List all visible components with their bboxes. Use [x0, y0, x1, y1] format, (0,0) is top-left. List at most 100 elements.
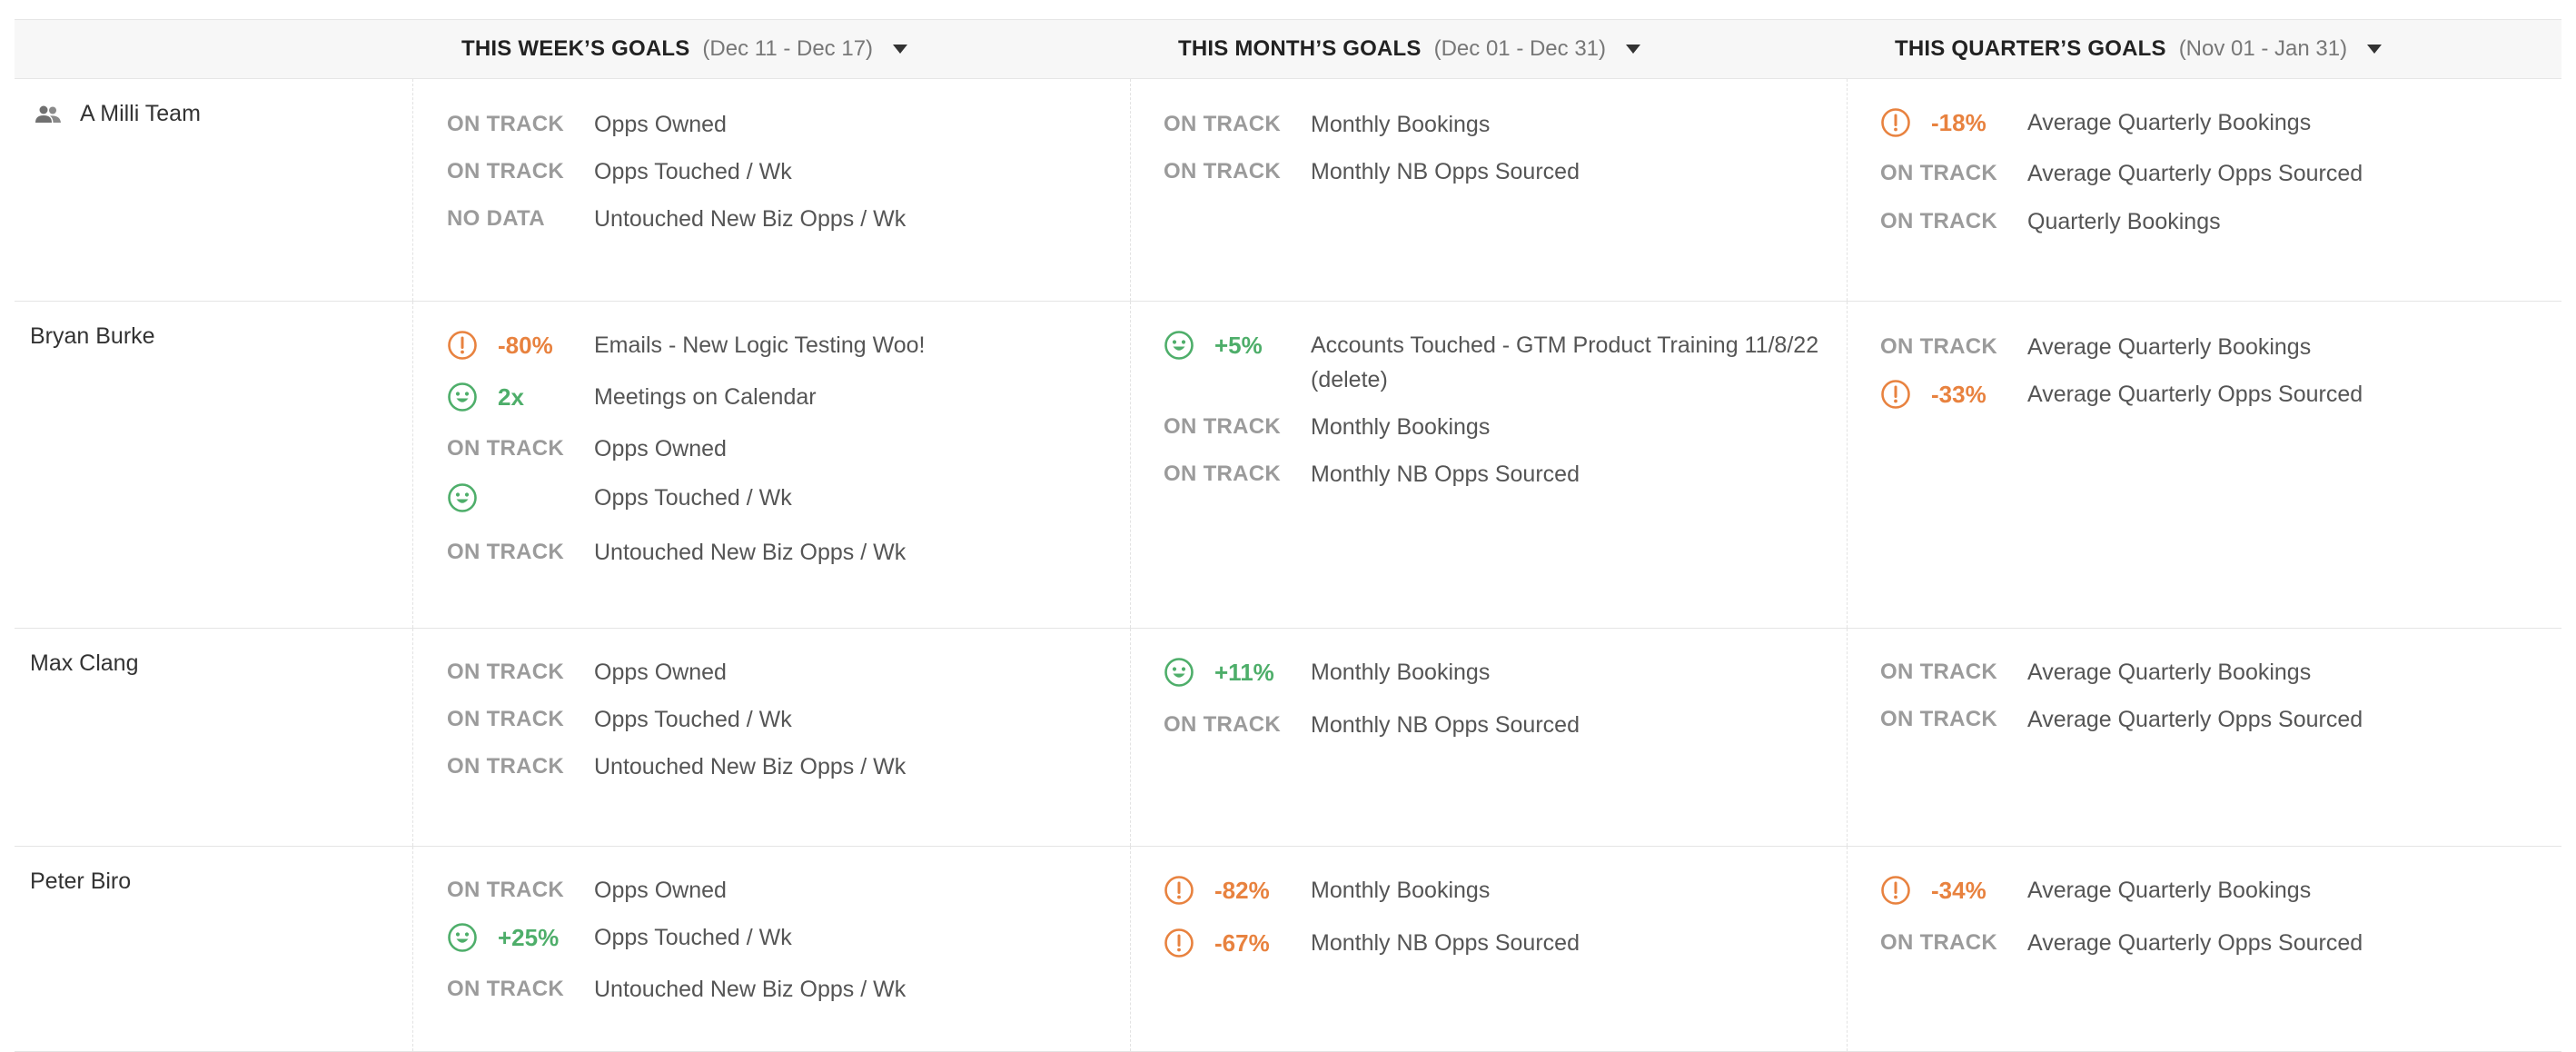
rep-name[interactable]: Bryan Burke — [30, 323, 155, 350]
goal-name[interactable]: Monthly NB Opps Sourced — [1311, 154, 1580, 189]
week-goal-item[interactable]: ON TRACK Untouched New Biz Opps / Wk — [447, 974, 906, 1007]
goal-name[interactable]: Average Quarterly Opps Sourced — [2027, 702, 2363, 737]
caret-down-icon[interactable] — [1626, 45, 1641, 54]
week-goals-header[interactable]: THIS WEEK’S GOALS (Dec 11 - Dec 17) — [461, 20, 908, 78]
goal-percent: +5% — [1214, 331, 1263, 359]
status-label: ON TRACK — [1164, 414, 1282, 439]
goal-name[interactable]: Monthly Bookings — [1311, 107, 1490, 142]
goal-name[interactable]: Opps Touched / Wk — [594, 481, 792, 515]
caret-down-icon[interactable] — [893, 45, 908, 54]
goal-status: ON TRACK — [1164, 412, 1311, 442]
goal-name[interactable]: Opps Owned — [594, 655, 727, 690]
goal-name[interactable]: Opps Owned — [594, 107, 727, 142]
status-label: ON TRACK — [447, 754, 565, 779]
goal-name[interactable]: Average Quarterly Opps Sourced — [2027, 156, 2363, 191]
goal-name[interactable]: Untouched New Biz Opps / Wk — [594, 202, 906, 236]
goal-name[interactable]: Accounts Touched - GTM Product Training … — [1311, 328, 1819, 397]
month-goals-title: THIS MONTH’S GOALS — [1178, 36, 1422, 61]
goal-status: ON TRACK — [1880, 206, 2027, 237]
goal-status: -34% — [1880, 875, 2027, 906]
goal-name[interactable]: Opps Owned — [594, 432, 727, 466]
warning-icon — [1881, 380, 1910, 409]
smiley-icon — [1164, 658, 1194, 687]
smiley-icon — [448, 382, 477, 412]
month-goal-item[interactable]: -82% Monthly Bookings — [1164, 875, 1490, 908]
month-goal-item[interactable]: ON TRACK Monthly NB Opps Sourced — [1164, 459, 1580, 491]
goal-percent: -80% — [498, 331, 553, 359]
goal-name[interactable]: Monthly Bookings — [1311, 873, 1490, 908]
week-goal-item[interactable]: ON TRACK Untouched New Biz Opps / Wk — [447, 751, 906, 784]
quarter-goal-item[interactable]: -34% Average Quarterly Bookings — [1880, 875, 2311, 908]
goal-status: +11% — [1164, 657, 1311, 688]
goal-percent: -33% — [1931, 380, 1986, 408]
quarter-goal-item[interactable]: ON TRACK Average Quarterly Opps Sourced — [1880, 704, 2363, 737]
table-row: Bryan Burke -80% Emails - New Logic Testin… — [15, 302, 2561, 629]
status-label: ON TRACK — [447, 707, 565, 731]
goal-name[interactable]: Opps Owned — [594, 873, 727, 908]
goal-name[interactable]: Untouched New Biz Opps / Wk — [594, 972, 906, 1007]
quarter-goal-item[interactable]: ON TRACK Average Quarterly Bookings — [1880, 657, 2311, 690]
goal-name[interactable]: Monthly Bookings — [1311, 410, 1490, 444]
week-goal-item[interactable]: Opps Touched / Wk — [447, 482, 792, 515]
week-goal-item[interactable]: ON TRACK Opps Touched / Wk — [447, 704, 792, 737]
quarter-goal-item[interactable]: ON TRACK Average Quarterly Opps Sourced — [1880, 928, 2363, 960]
week-goal-item[interactable]: ON TRACK Untouched New Biz Opps / Wk — [447, 537, 906, 570]
status-label: ON TRACK — [447, 112, 565, 136]
goal-status: ON TRACK — [1880, 928, 2027, 958]
month-goal-item[interactable]: ON TRACK Monthly NB Opps Sourced — [1164, 710, 1580, 742]
week-goal-item[interactable]: NO DATA Untouched New Biz Opps / Wk — [447, 203, 906, 236]
goal-name[interactable]: Untouched New Biz Opps / Wk — [594, 749, 906, 784]
caret-down-icon[interactable] — [2367, 45, 2383, 54]
goal-name[interactable]: Untouched New Biz Opps / Wk — [594, 535, 906, 570]
goal-name[interactable]: Average Quarterly Bookings — [2027, 330, 2311, 364]
team-name[interactable]: A Milli Team — [15, 101, 201, 127]
goal-name[interactable]: Opps Touched / Wk — [594, 702, 792, 737]
quarter-goal-item[interactable]: ON TRACK Average Quarterly Bookings — [1880, 332, 2311, 364]
month-goal-item[interactable]: +5% Accounts Touched - GTM Product Traini… — [1164, 330, 1819, 397]
status-label: ON TRACK — [447, 878, 565, 902]
week-goal-item[interactable]: +25% Opps Touched / Wk — [447, 922, 792, 955]
goal-name[interactable]: Opps Touched / Wk — [594, 920, 792, 955]
quarter-goal-item[interactable]: ON TRACK Average Quarterly Opps Sourced — [1880, 158, 2363, 191]
goal-status: ON TRACK — [447, 704, 594, 735]
goal-name[interactable]: Average Quarterly Opps Sourced — [2027, 926, 2363, 960]
goal-name[interactable]: Quarterly Bookings — [2027, 204, 2221, 239]
week-goal-item[interactable]: ON TRACK Opps Owned — [447, 875, 727, 908]
week-goal-item[interactable]: 2x Meetings on Calendar — [447, 382, 817, 414]
month-goal-item[interactable]: +11% Monthly Bookings — [1164, 657, 1490, 690]
month-goal-item[interactable]: ON TRACK Monthly NB Opps Sourced — [1164, 156, 1580, 189]
goal-name[interactable]: Emails - New Logic Testing Woo! — [594, 328, 926, 362]
quarter-goal-item[interactable]: ON TRACK Quarterly Bookings — [1880, 206, 2221, 239]
goal-name[interactable]: Average Quarterly Bookings — [2027, 873, 2311, 908]
week-goal-item[interactable]: ON TRACK Opps Owned — [447, 433, 727, 466]
month-goal-item[interactable]: ON TRACK Monthly Bookings — [1164, 109, 1490, 142]
goal-name[interactable]: Monthly NB Opps Sourced — [1311, 926, 1580, 960]
quarter-goal-item[interactable]: -18% Average Quarterly Bookings — [1880, 107, 2311, 140]
goal-name[interactable]: Monthly NB Opps Sourced — [1311, 708, 1580, 742]
month-goal-item[interactable]: -67% Monthly NB Opps Sourced — [1164, 928, 1580, 960]
week-goal-item[interactable]: ON TRACK Opps Owned — [447, 657, 727, 690]
week-goal-item[interactable]: ON TRACK Opps Touched / Wk — [447, 156, 792, 189]
week-goal-item[interactable]: -80% Emails - New Logic Testing Woo! — [447, 330, 926, 362]
quarter-goals-header[interactable]: THIS QUARTER’S GOALS (Nov 01 - Jan 31) — [1895, 20, 2383, 78]
status-label: ON TRACK — [1880, 161, 1998, 185]
rep-name[interactable]: Peter Biro — [30, 868, 131, 895]
goal-name[interactable]: Monthly Bookings — [1311, 655, 1490, 690]
goal-status — [447, 482, 594, 513]
month-goals-header[interactable]: THIS MONTH’S GOALS (Dec 01 - Dec 31) — [1178, 20, 1641, 78]
goal-status: ON TRACK — [447, 537, 594, 568]
goal-name[interactable]: Monthly NB Opps Sourced — [1311, 457, 1580, 491]
goal-name[interactable]: Opps Touched / Wk — [594, 154, 792, 189]
week-goal-item[interactable]: ON TRACK Opps Owned — [447, 109, 727, 142]
rep-name[interactable]: Max Clang — [30, 650, 139, 677]
status-label: ON TRACK — [1880, 660, 1998, 684]
goal-name[interactable]: Meetings on Calendar — [594, 380, 817, 414]
status-label: ON TRACK — [447, 540, 565, 564]
goal-status: ON TRACK — [447, 875, 594, 906]
month-goal-item[interactable]: ON TRACK Monthly Bookings — [1164, 412, 1490, 444]
goal-name[interactable]: Average Quarterly Opps Sourced — [2027, 377, 2363, 412]
goal-name[interactable]: Average Quarterly Bookings — [2027, 105, 2311, 140]
goal-name[interactable]: Average Quarterly Bookings — [2027, 655, 2311, 690]
quarter-goal-item[interactable]: -33% Average Quarterly Opps Sourced — [1880, 379, 2363, 412]
status-label: ON TRACK — [447, 660, 565, 684]
